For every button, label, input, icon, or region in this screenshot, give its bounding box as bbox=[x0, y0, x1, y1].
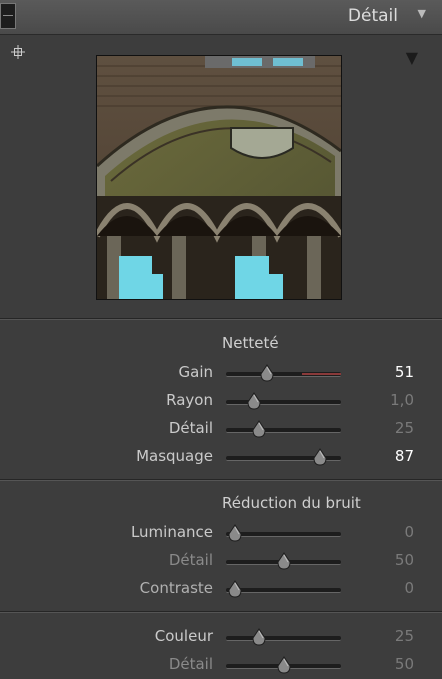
slider-track[interactable] bbox=[226, 532, 341, 537]
slider-row: Rayon 1,0 bbox=[0, 387, 442, 415]
crosshair-icon[interactable] bbox=[11, 45, 25, 59]
panel-toggle-button[interactable] bbox=[0, 3, 16, 29]
slider-thumb[interactable] bbox=[313, 448, 327, 466]
slider-track[interactable] bbox=[226, 428, 341, 433]
slider-label: Masquage bbox=[136, 447, 213, 465]
slider-track[interactable] bbox=[226, 372, 341, 377]
slider-thumb[interactable] bbox=[276, 552, 291, 570]
slider-value[interactable]: 87 bbox=[395, 447, 414, 465]
slider-value[interactable]: 0 bbox=[404, 579, 414, 597]
slider-row: Luminance 0 bbox=[0, 519, 442, 547]
slider-row: Masquage 87 bbox=[0, 443, 442, 471]
slider-row: Détail 50 bbox=[0, 547, 442, 575]
slider-value[interactable]: 1,0 bbox=[390, 391, 414, 409]
detail-preview-image[interactable] bbox=[96, 55, 342, 300]
slider-thumb[interactable] bbox=[228, 580, 242, 598]
slider-row: Contraste 0 bbox=[0, 575, 442, 603]
slider-row: Gain 51 bbox=[0, 359, 442, 387]
slider-thumb[interactable] bbox=[260, 364, 274, 382]
slider-label: Contraste bbox=[139, 579, 213, 597]
slider-value[interactable]: 50 bbox=[395, 551, 414, 569]
slider-row: Détail 25 bbox=[0, 415, 442, 443]
slider-label: Détail bbox=[168, 551, 213, 569]
divider bbox=[0, 480, 442, 481]
panel-title: Détail bbox=[347, 6, 398, 26]
slider-label: Luminance bbox=[130, 523, 213, 541]
slider-track[interactable] bbox=[226, 636, 341, 641]
slider-thumb[interactable] bbox=[276, 656, 291, 674]
slider-row: Couleur 25 bbox=[0, 623, 442, 651]
slider-thumb[interactable] bbox=[228, 524, 242, 542]
slider-warning-range bbox=[302, 373, 341, 375]
triangle-down-icon[interactable]: ▼ bbox=[406, 48, 418, 67]
slider-value[interactable]: 50 bbox=[395, 655, 414, 673]
panel-header[interactable]: Détail ▼ bbox=[0, 0, 442, 35]
slider-row: Détail 50 bbox=[0, 651, 442, 679]
slider-label: Détail bbox=[168, 419, 213, 437]
slider-label: Détail bbox=[168, 655, 213, 673]
triangle-down-icon[interactable]: ▼ bbox=[418, 7, 426, 20]
slider-value[interactable]: 51 bbox=[395, 363, 414, 381]
slider-value[interactable]: 25 bbox=[395, 419, 414, 437]
preview-photo bbox=[97, 56, 341, 299]
divider bbox=[0, 319, 442, 320]
slider-label: Rayon bbox=[166, 391, 213, 409]
section-title-sharpening: Netteté bbox=[222, 334, 279, 352]
slider-value[interactable]: 0 bbox=[404, 523, 414, 541]
slider-label: Couleur bbox=[154, 627, 213, 645]
slider-thumb[interactable] bbox=[252, 628, 266, 646]
slider-track[interactable] bbox=[226, 400, 341, 405]
slider-label: Gain bbox=[178, 363, 214, 381]
slider-thumb[interactable] bbox=[247, 392, 261, 410]
divider bbox=[0, 612, 442, 613]
slider-value[interactable]: 25 bbox=[395, 627, 414, 645]
slider-track[interactable] bbox=[226, 588, 341, 593]
section-title-noise-reduction: Réduction du bruit bbox=[222, 494, 361, 512]
slider-thumb[interactable] bbox=[252, 420, 266, 438]
